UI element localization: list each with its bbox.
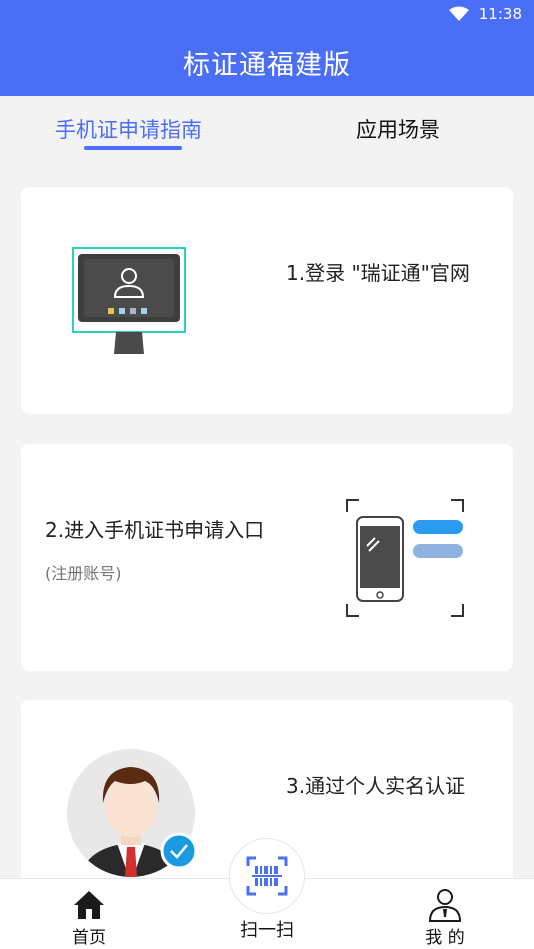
nav-home-label: 首页 (72, 928, 106, 948)
user-profile-icon (428, 889, 462, 922)
app-title-bar: 标证通福建版 (0, 28, 534, 96)
step-2-subtitle: (注册账号) (45, 564, 122, 583)
nav-home[interactable]: 首页 (29, 879, 149, 949)
tab-use-cases[interactable]: 应用场景 (356, 114, 440, 144)
nav-mine-label: 我 的 (425, 928, 465, 948)
barcode-scan-icon (246, 856, 288, 896)
nav-mine[interactable]: 我 的 (385, 879, 505, 949)
page-title: 标证通福建版 (183, 49, 351, 81)
step-card-2[interactable]: 2.进入手机证书申请入口 (注册账号) (21, 444, 513, 671)
wifi-icon (448, 6, 469, 21)
step-card-1[interactable]: 1.登录 "瑞证通"官网 (21, 187, 513, 414)
active-tab-indicator (84, 146, 182, 150)
monitor-icon (72, 247, 186, 354)
scan-button[interactable] (229, 838, 305, 914)
step-2-title: 2.进入手机证书申请入口 (45, 518, 265, 542)
step-1-title: 1.登录 "瑞证通"官网 (286, 261, 470, 285)
status-bar: 11:38 (0, 0, 534, 28)
step-3-title: 3.通过个人实名认证 (286, 774, 466, 798)
home-icon (74, 891, 104, 919)
scan-label[interactable]: 扫一扫 (207, 916, 327, 942)
status-time: 11:38 (478, 5, 522, 23)
tab-application-guide[interactable]: 手机证申请指南 (55, 114, 202, 144)
phone-chat-icon (346, 499, 464, 617)
avatar-verified-icon (67, 749, 198, 877)
tab-bar: 手机证申请指南 应用场景 (0, 96, 534, 160)
